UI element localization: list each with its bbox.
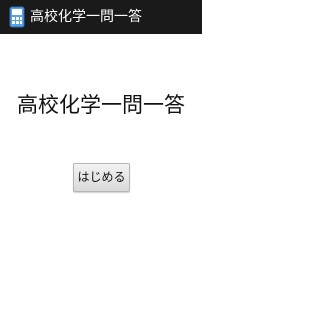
app-title: 高校化学一問一答 — [30, 9, 142, 25]
title-bar: 高校化学一問一答 — [0, 0, 202, 34]
page-title: 高校化学一問一答 — [17, 93, 185, 117]
main-content: 高校化学一問一答 はじめる — [0, 34, 202, 310]
app-icon — [8, 6, 26, 28]
start-button[interactable]: はじめる — [73, 163, 130, 192]
